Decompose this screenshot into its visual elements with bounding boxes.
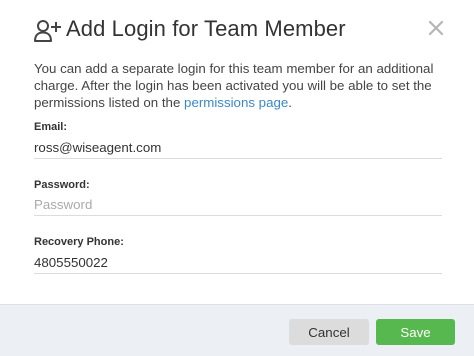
- recovery-phone-label: Recovery Phone:: [34, 236, 124, 248]
- dialog-footer: Cancel Save: [0, 304, 474, 356]
- permissions-page-link[interactable]: permissions page: [184, 95, 288, 110]
- recovery-phone-field[interactable]: [34, 251, 442, 274]
- dialog-title: Add Login for Team Member: [66, 16, 346, 41]
- dialog-header: Add Login for Team Member: [0, 0, 474, 58]
- email-field[interactable]: [34, 136, 442, 159]
- save-button[interactable]: Save: [376, 319, 455, 345]
- add-user-icon: [33, 19, 61, 43]
- password-field[interactable]: [34, 193, 442, 216]
- cancel-button[interactable]: Cancel: [289, 319, 369, 345]
- dialog-description: You can add a separate login for this te…: [34, 60, 446, 111]
- password-label: Password:: [34, 179, 90, 191]
- description-suffix: .: [288, 95, 292, 110]
- email-label: Email:: [34, 121, 68, 133]
- close-icon[interactable]: [428, 20, 444, 36]
- add-login-dialog: Add Login for Team Member You can add a …: [0, 0, 474, 356]
